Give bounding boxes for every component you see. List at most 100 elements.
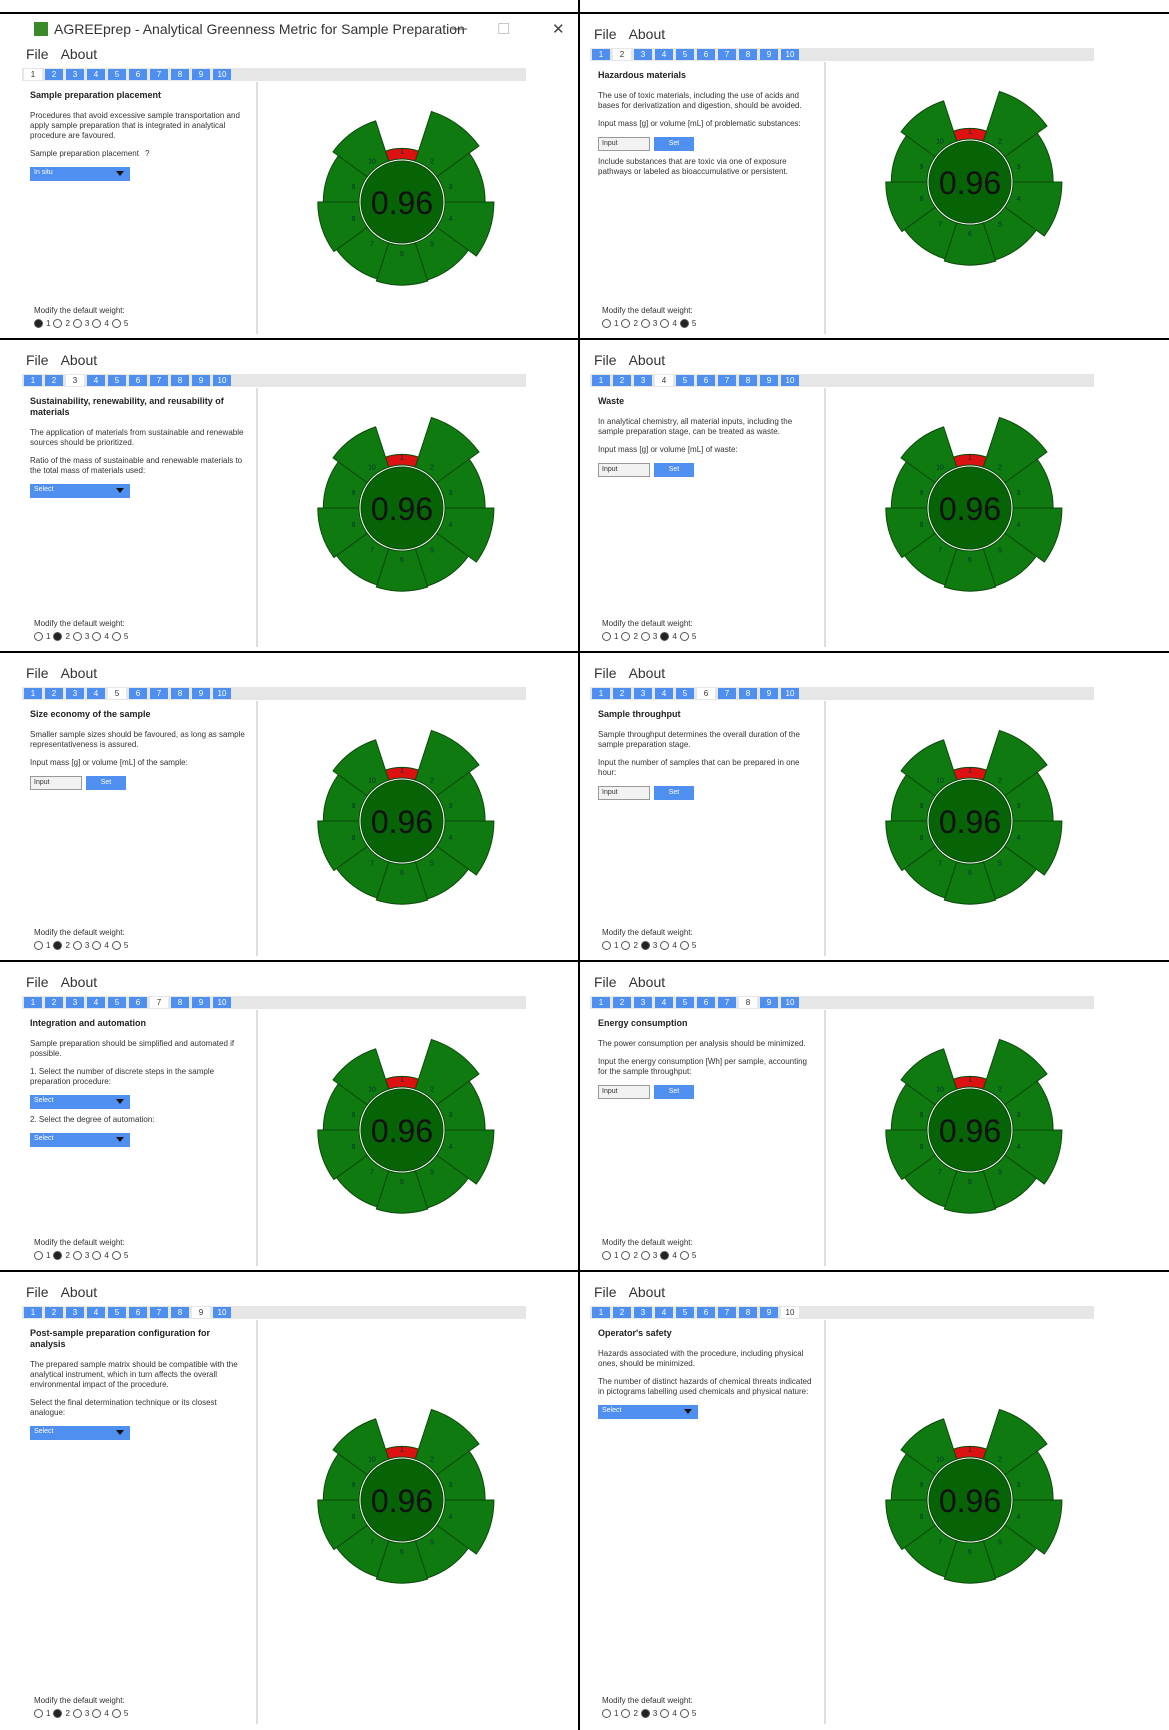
weight-radio-3[interactable]: [640, 1709, 650, 1718]
tab-criterion-1[interactable]: 1: [24, 375, 42, 386]
tab-criterion-8[interactable]: 8: [171, 1307, 189, 1318]
tab-criterion-1[interactable]: 1: [24, 688, 42, 699]
set-button[interactable]: Set: [654, 463, 694, 477]
tab-criterion-9[interactable]: 9: [192, 1307, 210, 1318]
tab-criterion-10[interactable]: 10: [781, 49, 799, 60]
criterion-select[interactable]: Select: [598, 1405, 698, 1419]
weight-radio-4[interactable]: [660, 1709, 670, 1718]
tab-criterion-5[interactable]: 5: [676, 997, 694, 1008]
tab-criterion-4[interactable]: 4: [655, 997, 673, 1008]
menu-about[interactable]: About: [61, 974, 98, 990]
weight-radio-1[interactable]: [34, 941, 43, 950]
tab-criterion-7[interactable]: 7: [150, 69, 168, 80]
tab-criterion-4[interactable]: 4: [87, 1307, 105, 1318]
weight-radio-5[interactable]: [111, 319, 121, 328]
amount-input[interactable]: Input: [598, 786, 650, 800]
tab-criterion-3[interactable]: 3: [66, 375, 84, 386]
weight-radio-2[interactable]: [53, 941, 63, 950]
amount-input[interactable]: Input: [598, 137, 650, 151]
menu-file[interactable]: File: [26, 665, 49, 681]
tab-criterion-1[interactable]: 1: [592, 49, 610, 60]
menu-file[interactable]: File: [594, 974, 617, 990]
weight-radio-3[interactable]: [640, 632, 650, 641]
weight-radio-5[interactable]: [679, 1709, 689, 1718]
criterion-select[interactable]: Select: [30, 1426, 130, 1440]
menu-file[interactable]: File: [594, 665, 617, 681]
tab-criterion-10[interactable]: 10: [781, 997, 799, 1008]
tab-criterion-8[interactable]: 8: [171, 997, 189, 1008]
tab-criterion-9[interactable]: 9: [192, 69, 210, 80]
tab-criterion-6[interactable]: 6: [129, 1307, 147, 1318]
tab-criterion-7[interactable]: 7: [718, 1307, 736, 1318]
tab-criterion-1[interactable]: 1: [592, 688, 610, 699]
tab-criterion-9[interactable]: 9: [192, 688, 210, 699]
set-button[interactable]: Set: [86, 776, 126, 790]
weight-radio-4[interactable]: [92, 632, 102, 641]
weight-radio-3[interactable]: [72, 1251, 82, 1260]
weight-radio-4[interactable]: [92, 1251, 102, 1260]
tab-criterion-1[interactable]: 1: [592, 375, 610, 386]
weight-radio-1[interactable]: [34, 632, 43, 641]
tab-criterion-3[interactable]: 3: [634, 997, 652, 1008]
set-button[interactable]: Set: [654, 137, 694, 151]
tab-criterion-7[interactable]: 7: [718, 997, 736, 1008]
menu-about[interactable]: About: [61, 665, 98, 681]
amount-input[interactable]: Input: [598, 1085, 650, 1099]
tab-criterion-8[interactable]: 8: [739, 375, 757, 386]
tab-criterion-7[interactable]: 7: [718, 688, 736, 699]
tab-criterion-7[interactable]: 7: [718, 49, 736, 60]
tab-criterion-1[interactable]: 1: [592, 997, 610, 1008]
weight-radio-1[interactable]: [34, 1251, 43, 1260]
menu-about[interactable]: About: [629, 974, 666, 990]
tab-criterion-3[interactable]: 3: [634, 1307, 652, 1318]
weight-radio-2[interactable]: [53, 1251, 63, 1260]
weight-radio-4[interactable]: [92, 941, 102, 950]
tab-criterion-2[interactable]: 2: [613, 49, 631, 60]
amount-input[interactable]: Input: [598, 463, 650, 477]
weight-radio-1[interactable]: [602, 1251, 611, 1260]
criterion-select[interactable]: Select: [30, 484, 130, 498]
tab-criterion-9[interactable]: 9: [760, 1307, 778, 1318]
tab-criterion-5[interactable]: 5: [108, 688, 126, 699]
tab-criterion-10[interactable]: 10: [781, 375, 799, 386]
tab-criterion-4[interactable]: 4: [87, 688, 105, 699]
tab-criterion-2[interactable]: 2: [613, 1307, 631, 1318]
menu-about[interactable]: About: [629, 665, 666, 681]
weight-radio-3[interactable]: [72, 1709, 82, 1718]
tab-criterion-9[interactable]: 9: [760, 997, 778, 1008]
minimize-icon[interactable]: —: [452, 20, 467, 37]
tab-criterion-8[interactable]: 8: [171, 688, 189, 699]
tab-criterion-10[interactable]: 10: [213, 997, 231, 1008]
tab-criterion-9[interactable]: 9: [760, 49, 778, 60]
tab-criterion-3[interactable]: 3: [634, 49, 652, 60]
menu-file[interactable]: File: [26, 46, 49, 62]
tab-criterion-2[interactable]: 2: [613, 997, 631, 1008]
tab-criterion-10[interactable]: 10: [213, 1307, 231, 1318]
tab-criterion-7[interactable]: 7: [150, 688, 168, 699]
tab-criterion-4[interactable]: 4: [87, 375, 105, 386]
tab-criterion-8[interactable]: 8: [739, 1307, 757, 1318]
close-icon[interactable]: ✕: [552, 20, 565, 38]
tab-criterion-6[interactable]: 6: [129, 688, 147, 699]
tab-criterion-7[interactable]: 7: [150, 997, 168, 1008]
criterion-select[interactable]: In situ: [30, 167, 130, 181]
weight-radio-5[interactable]: [111, 1251, 121, 1260]
tab-criterion-6[interactable]: 6: [697, 997, 715, 1008]
tab-criterion-5[interactable]: 5: [676, 375, 694, 386]
weight-radio-1[interactable]: [602, 319, 611, 328]
set-button[interactable]: Set: [654, 786, 694, 800]
menu-file[interactable]: File: [594, 1284, 617, 1300]
tab-criterion-5[interactable]: 5: [108, 69, 126, 80]
tab-criterion-10[interactable]: 10: [781, 1307, 799, 1318]
tab-criterion-8[interactable]: 8: [171, 69, 189, 80]
tab-criterion-3[interactable]: 3: [66, 997, 84, 1008]
tab-criterion-9[interactable]: 9: [192, 997, 210, 1008]
tab-criterion-6[interactable]: 6: [129, 69, 147, 80]
weight-radio-1[interactable]: [34, 319, 43, 328]
set-button[interactable]: Set: [654, 1085, 694, 1099]
tab-criterion-6[interactable]: 6: [129, 997, 147, 1008]
weight-radio-3[interactable]: [72, 941, 82, 950]
weight-radio-2[interactable]: [53, 632, 63, 641]
tab-criterion-5[interactable]: 5: [676, 688, 694, 699]
tab-criterion-2[interactable]: 2: [45, 997, 63, 1008]
